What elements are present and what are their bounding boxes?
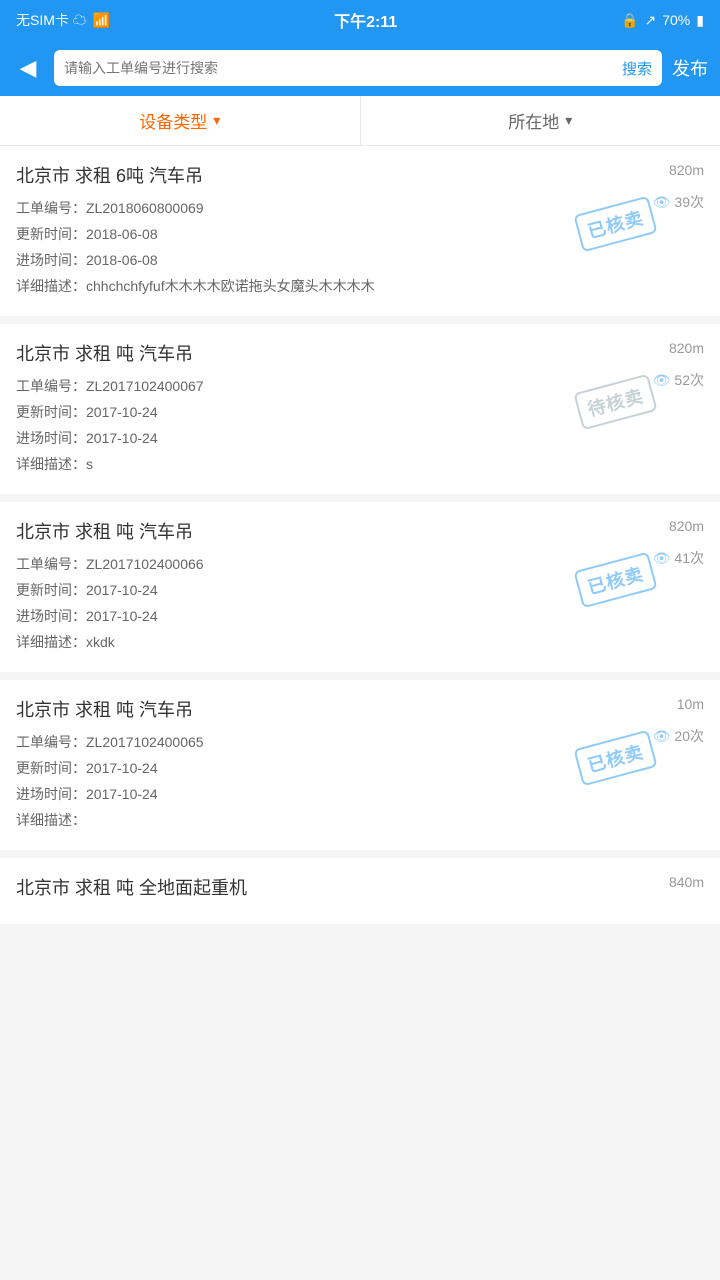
list-item[interactable]: 北京市 求租 吨 全地面起重机 840m <box>0 858 720 924</box>
entry-row: 进场时间： 2017-10-24 <box>16 784 704 804</box>
update-value: 2018-06-08 <box>86 226 158 242</box>
description-row: 详细描述： <box>16 810 704 830</box>
item-title: 北京市 求租 6吨 汽车吊 <box>16 162 704 188</box>
views-row: 👁 52次 <box>653 370 704 390</box>
lock-icon: 🔒 <box>621 12 638 29</box>
order-value: ZL2017102400067 <box>86 378 204 394</box>
item-title: 北京市 求租 吨 汽车吊 <box>16 696 704 722</box>
description-label: 详细描述： <box>16 276 86 296</box>
back-button[interactable]: ◀ <box>12 55 44 81</box>
stamp-text: 已核卖 <box>573 730 657 787</box>
list-item[interactable]: 北京市 求租 吨 汽车吊 820m 工单编号： ZL2017102400066 … <box>0 502 720 672</box>
stamp-text: 已核卖 <box>573 196 657 253</box>
views-row: 👁 41次 <box>653 548 704 568</box>
update-label: 更新时间： <box>16 580 86 600</box>
search-input[interactable] <box>64 60 616 76</box>
header: ◀ 搜索 发布 <box>0 40 720 96</box>
description-row: 详细描述： xkdk <box>16 632 704 652</box>
entry-label: 进场时间： <box>16 250 86 270</box>
no-sim-text: 无SIM卡 ☁ <box>16 10 87 30</box>
entry-row: 进场时间： 2018-06-08 <box>16 250 704 270</box>
list-item[interactable]: 北京市 求租 6吨 汽车吊 820m 工单编号： ZL2018060800069… <box>0 146 720 316</box>
update-value: 2017-10-24 <box>86 760 158 776</box>
description-value: chhchchfyfuf木木木木欧诺拖头女魔头木木木木 <box>86 276 375 296</box>
views-count: 41次 <box>674 548 704 568</box>
status-left: 无SIM卡 ☁ 📶 <box>16 10 110 30</box>
status-right: 🔒 ↗ 70% ▮ <box>621 12 704 29</box>
update-label: 更新时间： <box>16 402 86 422</box>
status-bar: 无SIM卡 ☁ 📶 下午2:11 🔒 ↗ 70% ▮ <box>0 0 720 40</box>
item-distance: 10m <box>677 696 704 712</box>
battery-text: 70% <box>662 12 690 28</box>
order-label: 工单编号： <box>16 376 86 396</box>
status-time: 下午2:11 <box>334 8 397 32</box>
description-label: 详细描述： <box>16 632 86 652</box>
battery-icon: ▮ <box>696 12 704 29</box>
filter-equipment-type[interactable]: 设备类型 ▾ <box>0 96 361 145</box>
update-value: 2017-10-24 <box>86 404 158 420</box>
entry-value: 2017-10-24 <box>86 608 158 624</box>
wifi-icon: 📶 <box>93 12 110 29</box>
order-label: 工单编号： <box>16 732 86 752</box>
signal-icon: ↗ <box>645 12 657 29</box>
stamp: 待核卖 <box>570 374 660 430</box>
chevron-down-gray-icon: ▾ <box>565 112 572 129</box>
item-list: 北京市 求租 6吨 汽车吊 820m 工单编号： ZL2018060800069… <box>0 146 720 924</box>
stamp: 已核卖 <box>570 730 660 786</box>
description-label: 详细描述： <box>16 810 86 830</box>
update-label: 更新时间： <box>16 758 86 778</box>
stamp-text: 已核卖 <box>573 552 657 609</box>
entry-label: 进场时间： <box>16 428 86 448</box>
order-label: 工单编号： <box>16 554 86 574</box>
filter-equipment-label: 设备类型 <box>139 108 207 133</box>
description-row: 详细描述： s <box>16 454 704 474</box>
views-count: 52次 <box>674 370 704 390</box>
item-distance: 820m <box>669 162 704 178</box>
item-title: 北京市 求租 吨 汽车吊 <box>16 340 704 366</box>
entry-row: 进场时间： 2017-10-24 <box>16 428 704 448</box>
order-value: ZL2017102400065 <box>86 734 204 750</box>
description-label: 详细描述： <box>16 454 86 474</box>
entry-value: 2018-06-08 <box>86 252 158 268</box>
entry-label: 进场时间： <box>16 784 86 804</box>
item-title: 北京市 求租 吨 全地面起重机 <box>16 874 704 900</box>
list-item[interactable]: 北京市 求租 吨 汽车吊 820m 工单编号： ZL2017102400067 … <box>0 324 720 494</box>
publish-button[interactable]: 发布 <box>672 55 708 81</box>
stamp-text: 待核卖 <box>573 374 657 431</box>
update-value: 2017-10-24 <box>86 582 158 598</box>
filter-location[interactable]: 所在地 ▾ <box>361 96 720 145</box>
order-value: ZL2018060800069 <box>86 200 204 216</box>
entry-value: 2017-10-24 <box>86 430 158 446</box>
views-row: 👁 20次 <box>653 726 704 746</box>
filter-location-label: 所在地 <box>508 108 559 133</box>
list-item[interactable]: 北京市 求租 吨 汽车吊 10m 工单编号： ZL2017102400065 👁… <box>0 680 720 850</box>
item-distance: 820m <box>669 518 704 534</box>
views-count: 20次 <box>674 726 704 746</box>
order-value: ZL2017102400066 <box>86 556 204 572</box>
views-row: 👁 39次 <box>653 192 704 212</box>
item-distance: 820m <box>669 340 704 356</box>
search-bar[interactable]: 搜索 <box>54 50 662 86</box>
description-value: s <box>86 456 93 472</box>
update-label: 更新时间： <box>16 224 86 244</box>
views-count: 39次 <box>674 192 704 212</box>
entry-row: 进场时间： 2017-10-24 <box>16 606 704 626</box>
filter-bar: 设备类型 ▾ 所在地 ▾ <box>0 96 720 146</box>
order-label: 工单编号： <box>16 198 86 218</box>
description-value: xkdk <box>86 634 115 650</box>
item-distance: 840m <box>669 874 704 890</box>
entry-value: 2017-10-24 <box>86 786 158 802</box>
stamp: 已核卖 <box>570 552 660 608</box>
entry-label: 进场时间： <box>16 606 86 626</box>
stamp: 已核卖 <box>570 196 660 252</box>
search-button[interactable]: 搜索 <box>622 58 652 79</box>
chevron-down-icon: ▾ <box>213 112 220 129</box>
item-title: 北京市 求租 吨 汽车吊 <box>16 518 704 544</box>
description-row: 详细描述： chhchchfyfuf木木木木欧诺拖头女魔头木木木木 <box>16 276 704 296</box>
